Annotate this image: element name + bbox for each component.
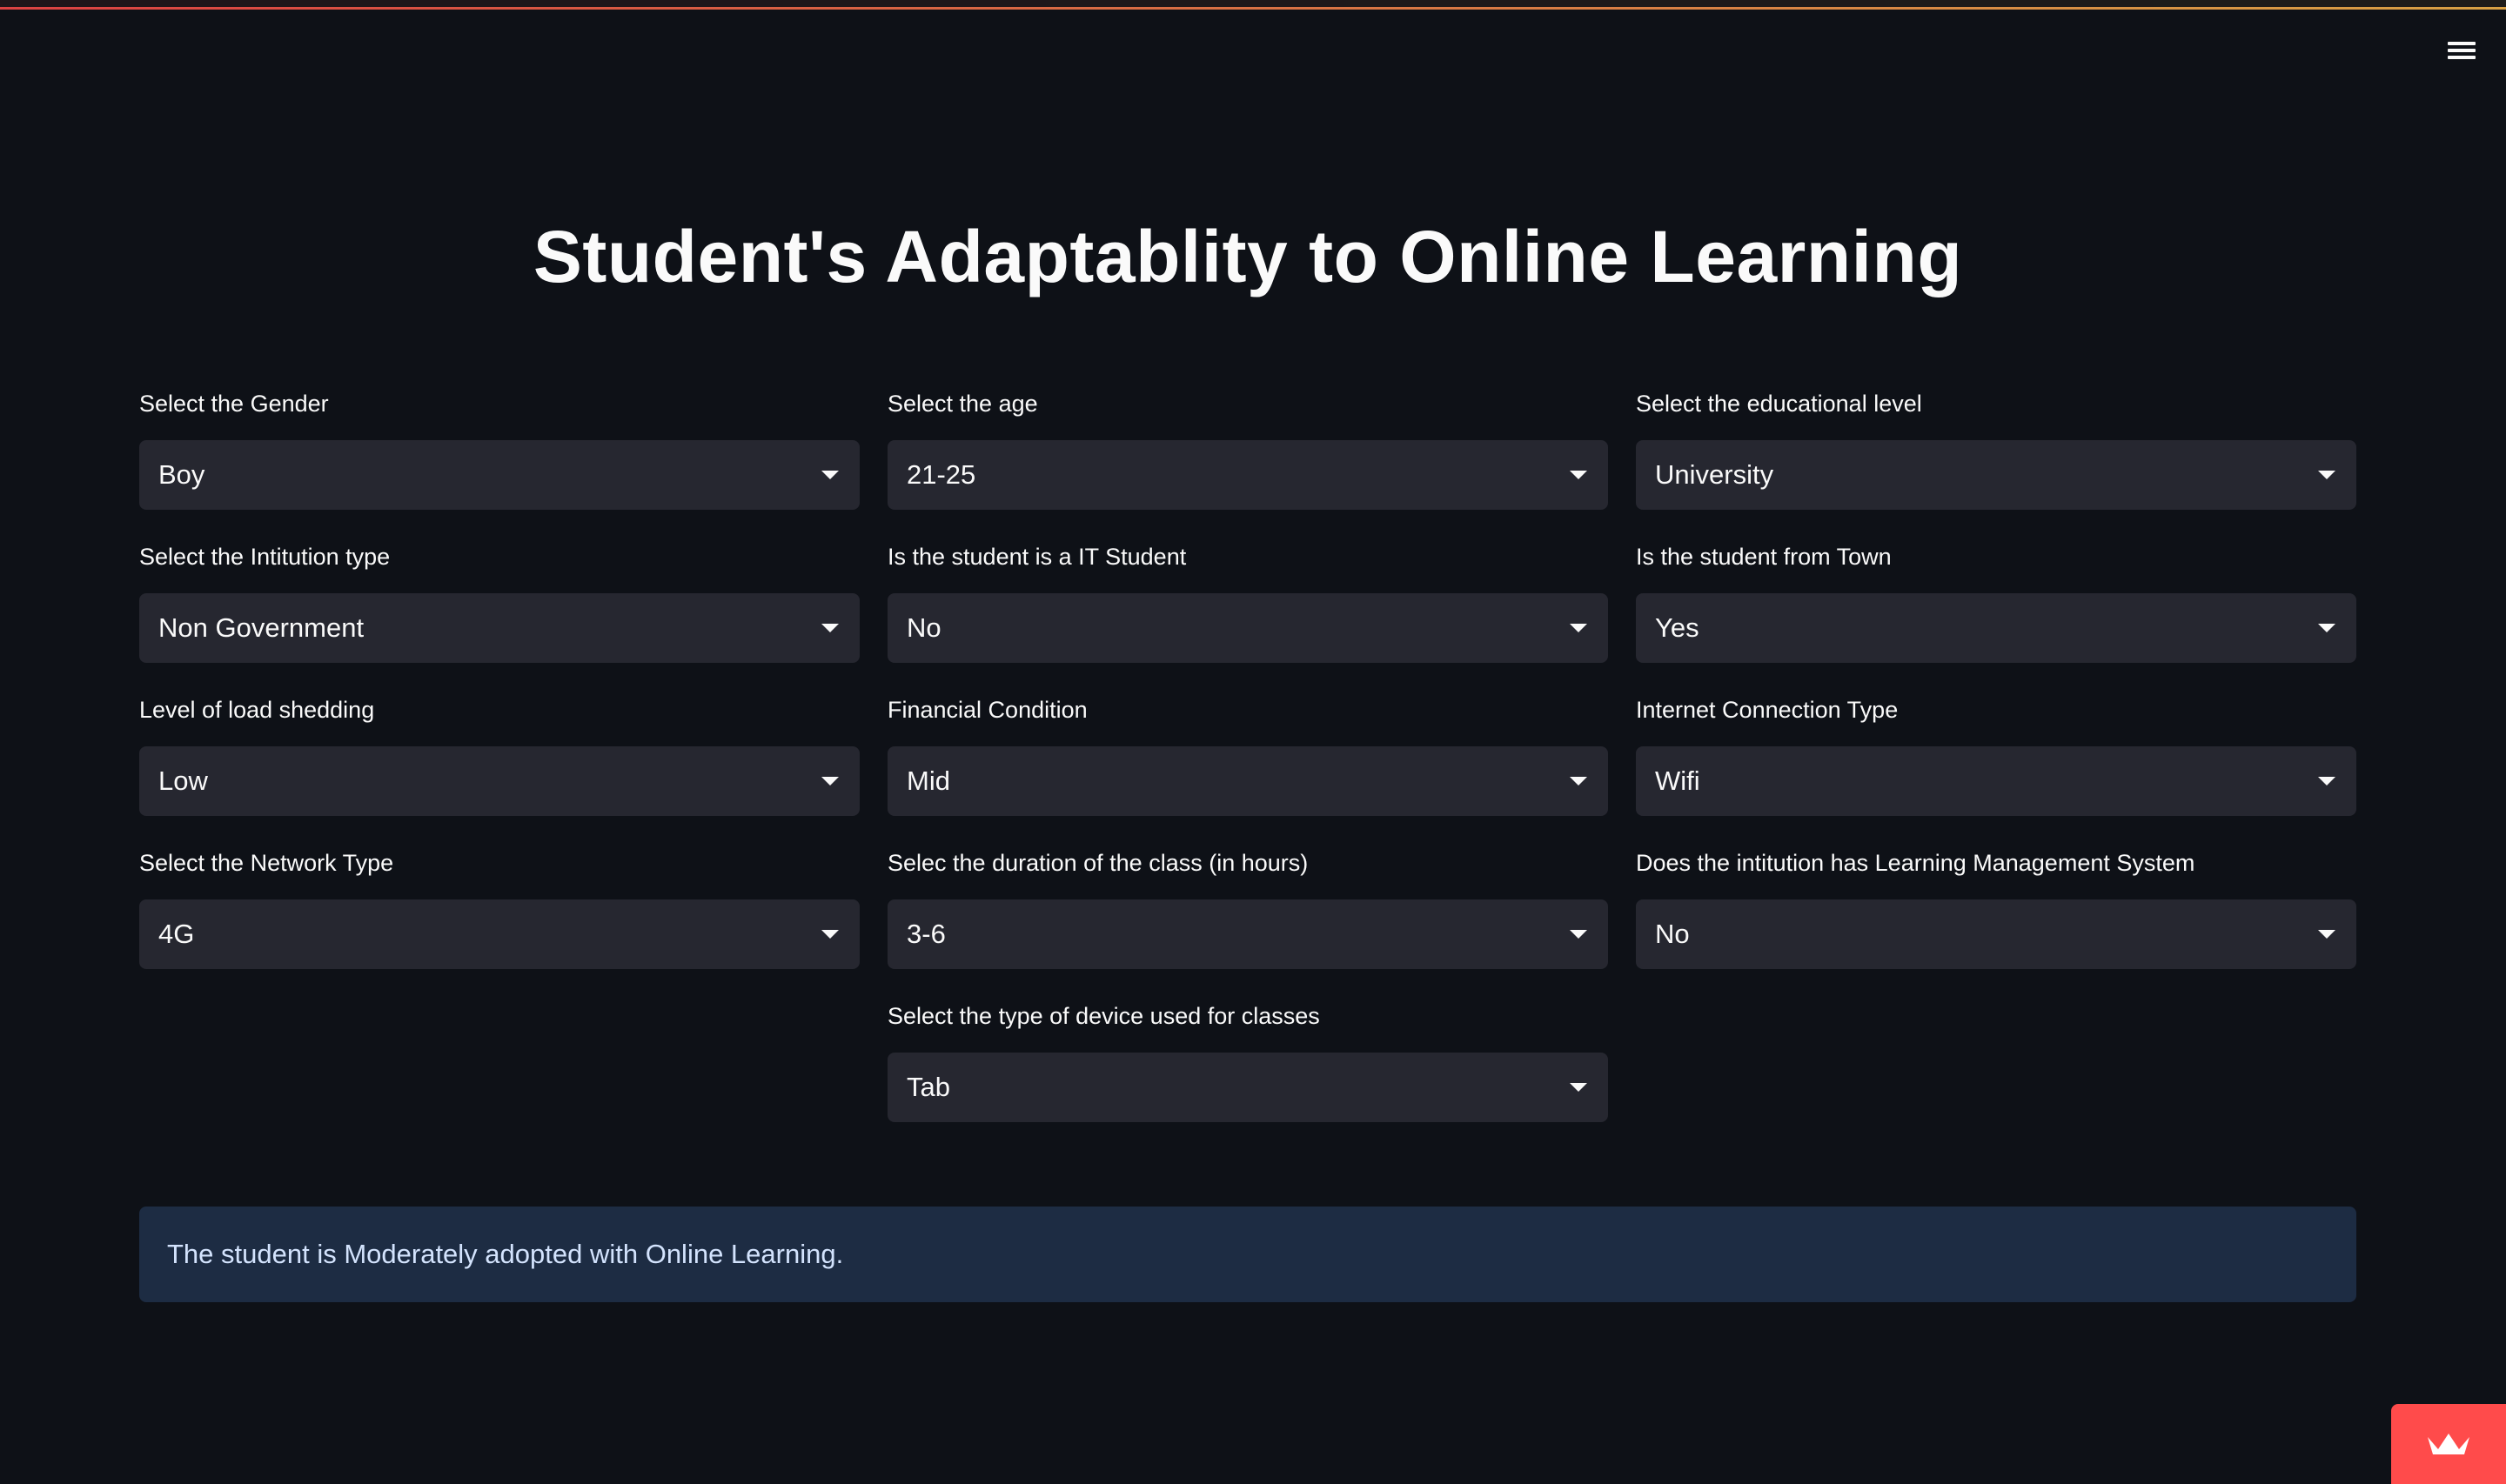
internet-type-label: Internet Connection Type <box>1636 697 1899 723</box>
chevron-down-icon <box>821 777 839 785</box>
education-level-field: Select the educational level University <box>1636 386 2356 510</box>
network-type-value: 4G <box>158 919 195 949</box>
age-value: 21-25 <box>907 459 976 490</box>
chevron-down-icon <box>2318 930 2335 939</box>
age-label: Select the age <box>888 391 1038 417</box>
hamburger-menu-icon[interactable] <box>2442 38 2482 70</box>
class-duration-value: 3-6 <box>907 919 946 949</box>
education-level-select[interactable]: University <box>1636 440 2356 510</box>
financial-condition-label: Financial Condition <box>888 697 1088 723</box>
it-student-field: Is the student is a IT Student No <box>888 539 1608 663</box>
chevron-down-icon <box>1570 624 1587 632</box>
load-shedding-select[interactable]: Low <box>139 746 860 816</box>
gender-select[interactable]: Boy <box>139 440 860 510</box>
lms-value: No <box>1655 919 1690 949</box>
chevron-down-icon <box>1570 1083 1587 1092</box>
internet-type-field: Internet Connection Type Wifi <box>1636 692 2356 816</box>
lms-select[interactable]: No <box>1636 899 2356 969</box>
streamlit-badge[interactable] <box>2391 1404 2506 1484</box>
app-page: Student's Adaptablity to Online Learning… <box>0 0 2506 1484</box>
class-duration-label: Selec the duration of the class (in hour… <box>888 850 1309 876</box>
gender-value: Boy <box>158 459 205 490</box>
class-duration-field: Selec the duration of the class (in hour… <box>888 846 1608 969</box>
top-decoration-bar <box>0 0 2506 10</box>
device-type-select[interactable]: Tab <box>888 1053 1608 1122</box>
chevron-down-icon <box>821 471 839 479</box>
device-type-value: Tab <box>907 1072 950 1102</box>
chevron-down-icon <box>821 930 839 939</box>
it-student-select[interactable]: No <box>888 593 1608 663</box>
age-field: Select the age 21-25 <box>888 386 1608 510</box>
chevron-down-icon <box>1570 471 1587 479</box>
from-town-value: Yes <box>1655 612 1699 643</box>
device-type-field: Select the type of device used for class… <box>888 999 1608 1122</box>
it-student-value: No <box>907 612 941 643</box>
chevron-down-icon <box>2318 471 2335 479</box>
chevron-down-icon <box>2318 777 2335 785</box>
chevron-down-icon <box>1570 930 1587 939</box>
chevron-down-icon <box>1570 777 1587 785</box>
network-type-label: Select the Network Type <box>139 850 394 876</box>
institution-type-select[interactable]: Non Government <box>139 593 860 663</box>
age-select[interactable]: 21-25 <box>888 440 1608 510</box>
financial-condition-select[interactable]: Mid <box>888 746 1608 816</box>
internet-type-value: Wifi <box>1655 765 1700 796</box>
education-level-value: University <box>1655 459 1774 490</box>
chevron-down-icon <box>2318 624 2335 632</box>
load-shedding-label: Level of load shedding <box>139 697 375 723</box>
network-type-field: Select the Network Type 4G <box>139 846 860 969</box>
class-duration-select[interactable]: 3-6 <box>888 899 1608 969</box>
streamlit-crown-icon <box>2428 1434 2469 1454</box>
chevron-down-icon <box>821 624 839 632</box>
financial-condition-field: Financial Condition Mid <box>888 692 1608 816</box>
load-shedding-value: Low <box>158 765 208 796</box>
from-town-label: Is the student from Town <box>1636 544 1892 570</box>
page-title: Student's Adaptablity to Online Learning <box>533 216 1963 297</box>
lms-label: Does the intitution has Learning Managem… <box>1636 850 2195 876</box>
it-student-label: Is the student is a IT Student <box>888 544 1187 570</box>
load-shedding-field: Level of load shedding Low <box>139 692 860 816</box>
device-type-label: Select the type of device used for class… <box>888 1003 1320 1029</box>
institution-type-field: Select the Intitution type Non Governmen… <box>139 539 860 663</box>
internet-type-select[interactable]: Wifi <box>1636 746 2356 816</box>
education-level-label: Select the educational level <box>1636 391 1922 417</box>
gender-label: Select the Gender <box>139 391 329 417</box>
gender-field: Select the Gender Boy <box>139 386 860 510</box>
from-town-field: Is the student from Town Yes <box>1636 539 2356 663</box>
institution-type-label: Select the Intitution type <box>139 544 391 570</box>
institution-type-value: Non Government <box>158 612 365 643</box>
from-town-select[interactable]: Yes <box>1636 593 2356 663</box>
network-type-select[interactable]: 4G <box>139 899 860 969</box>
prediction-result-alert: The student is Moderately adopted with O… <box>139 1207 2356 1302</box>
financial-condition-value: Mid <box>907 765 950 796</box>
lms-field: Does the intitution has Learning Managem… <box>1636 846 2356 969</box>
prediction-result-text: The student is Moderately adopted with O… <box>167 1239 844 1269</box>
